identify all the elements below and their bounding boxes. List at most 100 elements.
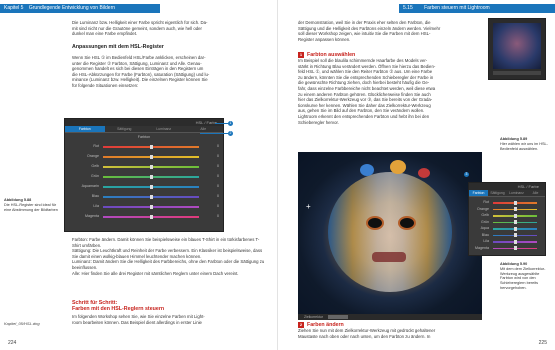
slider-knob[interactable]	[149, 184, 153, 189]
slider-knob[interactable]	[149, 214, 153, 219]
slider-label: Gelb	[91, 164, 99, 168]
left-header-title: Grundlegende Entwicklung von Bildern	[28, 5, 116, 11]
overlay-slider-list: Rot Orange Gelb Grün Aqua Blau Lila Magenta	[469, 199, 545, 253]
left-intro: Die Luminanz bzw. Helligkeit einer Farbe…	[72, 20, 262, 37]
hsl-panel-title: HSL / Farbe	[65, 119, 223, 126]
figure-caption-588: Abbildung 5.88 Die HSL-Register sind ide…	[4, 198, 62, 212]
tab-alle[interactable]: Alle	[526, 190, 545, 196]
slider-value: 0	[217, 144, 219, 148]
slider-label: Aquamarin	[81, 184, 99, 188]
crosshair-icon[interactable]: +	[306, 202, 311, 211]
slider-knob[interactable]	[149, 194, 153, 199]
right-header-section: 5.15	[403, 5, 413, 11]
tab-saettigung[interactable]: Sättigung	[488, 190, 507, 196]
hsl-slider-list: Rot 0 Orange 0 Gelb 0 Grün 0 Aquamarin 0 Blau 0 Lila…	[65, 143, 223, 227]
step2-line: Maustaste nach oben oder nach unten, um …	[298, 333, 431, 339]
tab-saettigung[interactable]: Sättigung	[105, 126, 145, 132]
caption-label: Abbildung 5.88	[4, 198, 32, 202]
slider-label: Magenta	[475, 245, 489, 250]
toolbar-label: Zielkorrektur	[304, 315, 323, 319]
hair-flower	[360, 164, 374, 176]
right-intro: der Demonstration, weil Sie in der Praxi…	[298, 20, 478, 42]
tab-luminanz[interactable]: Luminanz	[144, 126, 184, 132]
hair-flower	[390, 160, 406, 174]
slider-knob[interactable]	[513, 207, 517, 211]
callout-2-line	[200, 133, 228, 134]
slider-knob[interactable]	[149, 144, 153, 149]
right-page: 5.15 Farben steuern mit Lightroom der De…	[278, 0, 555, 350]
tab-farbton[interactable]: Farbton	[469, 190, 488, 196]
bullet-list: Farbton: Farbe ändern. Damit können Sie …	[72, 237, 267, 276]
slider-row: Blau 0	[65, 193, 223, 200]
bullet-item: Alle: Hier finden Sie alle drei Register…	[72, 270, 239, 276]
slider-knob[interactable]	[513, 200, 517, 205]
left-page: Kapitel 5 Grundlegende Entwicklung von B…	[0, 0, 277, 350]
caption-text: Die HSL-Register sind ideal für eine Abs…	[4, 202, 58, 212]
left-section: Anpassungen mit dem HSL-Register	[72, 44, 262, 50]
slider-value: 0	[217, 214, 219, 218]
right-header-title: Farben steuern mit Lightroom	[424, 5, 490, 11]
right-header-bar: 5.15 Farben steuern mit Lightroom	[399, 4, 555, 13]
step1-block: 1 Farbton auswählen Im Beispiel soll die …	[298, 52, 478, 125]
slider-value: 0	[217, 184, 219, 188]
slider-row: Rot 0	[65, 143, 223, 150]
slider-row: Grün 0	[65, 173, 223, 180]
hsl-tabs: Farbton Sättigung Luminanz Alle	[65, 126, 223, 133]
slider-knob[interactable]	[513, 239, 517, 244]
callout-1: 1	[228, 121, 233, 126]
toolbar-select[interactable]	[328, 315, 348, 319]
slider-value: 0	[217, 174, 219, 178]
hsl-group-label: Farbton	[137, 135, 151, 139]
left-eye	[366, 216, 384, 230]
book-spread: Kapitel 5 Grundlegende Entwicklung von B…	[0, 0, 555, 350]
slider-value: 0	[217, 204, 219, 208]
slider-label: Blau	[91, 194, 99, 198]
slider-knob[interactable]	[513, 233, 517, 237]
slider-knob[interactable]	[513, 246, 517, 250]
bullet-item: Farbton: Farbe ändern. Damit können Sie …	[72, 237, 260, 248]
slider-knob[interactable]	[149, 154, 153, 159]
slider-knob[interactable]	[149, 164, 153, 169]
slider-label: Magenta	[85, 214, 99, 218]
hsl-thumbnail	[488, 18, 546, 80]
slider-knob[interactable]	[149, 204, 153, 209]
slider-knob[interactable]	[513, 213, 517, 218]
thumb-image	[493, 23, 541, 69]
slider-value: 0	[217, 164, 219, 168]
caption-text: Hier wählen wir uns im HSL-Bedienfeld au…	[500, 141, 548, 151]
slider-row: Magenta	[469, 245, 545, 252]
bullet-item: Luminanz: Damit ändern Sie die Helligkei…	[72, 259, 265, 270]
right-eye	[398, 216, 416, 230]
figure-caption-590: Abbildung 5.90 Mit dem dem Zielkorrektur…	[500, 262, 552, 291]
step-heading: Schritt für Schritt: Farben mit den HSL-…	[72, 300, 267, 325]
step2-block: 2 Farben ändern Ziehen Sie nun mit dem Zi…	[298, 322, 488, 339]
page-number-left: 224	[8, 340, 17, 346]
face-region	[328, 172, 452, 292]
slider-row: Magenta 0	[65, 213, 223, 220]
slider-label: Grün	[91, 174, 99, 178]
hsl-overlay-panel: HSL / Farbe Farbton Sättigung Luminanz A…	[468, 182, 546, 256]
step1-line: Schieberegler hervor.	[298, 119, 339, 125]
step-text-line: room bearbeiten können. Das Beispiel die…	[72, 319, 202, 325]
left-header-bar: Kapitel 5 Grundlegende Entwicklung von B…	[0, 4, 160, 13]
caption-label: Abbildung 5.89	[500, 137, 528, 141]
left-header-chapter: Kapitel 5	[4, 5, 24, 11]
tab-luminanz[interactable]: Luminanz	[507, 190, 526, 196]
tab-farbton[interactable]: Farbton	[65, 126, 105, 132]
slider-value: 0	[217, 194, 219, 198]
slider-knob[interactable]	[149, 174, 153, 179]
body-line: für folgende Situationen einsetzen:	[72, 82, 139, 88]
caption-label: Abbildung 5.90	[500, 262, 528, 266]
slider-knob[interactable]	[513, 226, 517, 231]
caption-text: Mit dem dem Zielkorrektur-Werkzeug ausge…	[500, 266, 546, 290]
slider-label: Orange	[87, 154, 99, 158]
tab-alle[interactable]: Alle	[184, 126, 224, 132]
overlay-title: HSL / Farbe	[469, 183, 545, 190]
file-reference: Kapitel_05/HSL.dng	[4, 321, 40, 326]
slider-knob[interactable]	[513, 220, 517, 224]
slider-row: Lila 0	[65, 203, 223, 210]
left-body: Wenn Sie HSL ① im Bedienfeld HSL/Farbe a…	[72, 55, 267, 89]
slider-value: 0	[217, 154, 219, 158]
intro-line: dunkel man eine Farbe empfindet.	[72, 31, 138, 37]
callout-1-line	[215, 123, 228, 124]
